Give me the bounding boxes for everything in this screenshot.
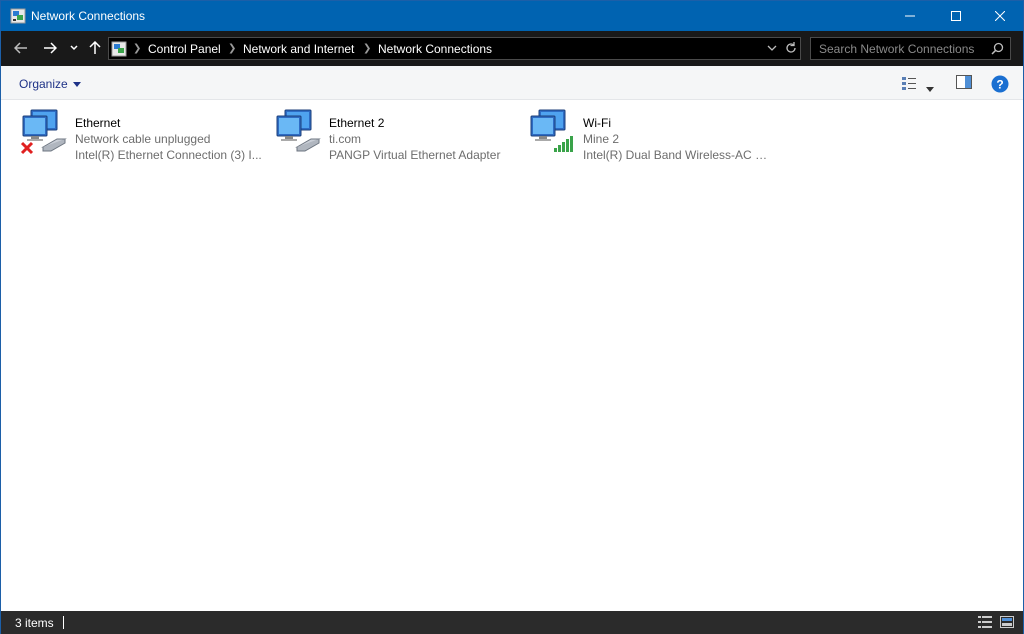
breadcrumb-control-panel[interactable]: Control Panel: [148, 42, 221, 56]
search-icon[interactable]: [991, 42, 1004, 58]
details-view-icon: [978, 616, 992, 628]
preview-pane-button[interactable]: [956, 75, 972, 92]
connection-device: PANGP Virtual Ethernet Adapter: [329, 148, 501, 162]
chevron-down-icon: [70, 45, 78, 51]
network-adapter-icon: [276, 109, 321, 152]
address-dropdown-button[interactable]: [767, 42, 777, 57]
forward-arrow-icon: [44, 42, 57, 54]
connection-item-wifi[interactable]: Wi-Fi Mine 2 Intel(R) Dual Band Wireless…: [511, 107, 771, 163]
maximize-icon: [951, 11, 961, 21]
breadcrumb-separator-icon: ❯: [228, 43, 237, 54]
svg-text:?: ?: [996, 78, 1003, 92]
large-icons-view-icon: [1000, 616, 1014, 628]
command-bar: Organize ?: [1, 66, 1023, 100]
more-options-dropdown[interactable]: [926, 81, 934, 95]
connection-name: Ethernet 2: [329, 116, 385, 130]
address-bar[interactable]: ❯ Control Panel ❯ Network and Internet ❯…: [108, 37, 801, 60]
organize-label: Organize: [19, 77, 68, 91]
connection-status: ti.com: [329, 132, 362, 146]
view-options-icon: [902, 77, 916, 90]
explorer-window: Network Connections ❯ Control Panel ❯ Ne…: [0, 0, 1024, 634]
window-title: Network Connections: [31, 9, 146, 23]
caret-down-icon: [72, 81, 81, 87]
breadcrumb-separator-icon: ❯: [363, 43, 372, 54]
back-arrow-icon: [14, 42, 27, 54]
status-divider: [63, 616, 64, 629]
title-bar: Network Connections: [1, 1, 1023, 31]
connection-item-ethernet-2[interactable]: Ethernet 2 ti.com PANGP Virtual Ethernet…: [257, 107, 507, 163]
chevron-down-icon: [767, 45, 777, 51]
breadcrumb-separator-icon: ❯: [133, 43, 142, 54]
forward-button[interactable]: [40, 37, 60, 59]
refresh-button[interactable]: [785, 41, 797, 58]
minimize-button[interactable]: [887, 1, 933, 31]
close-button[interactable]: [977, 1, 1023, 31]
item-count: 3 items: [15, 616, 54, 630]
navigation-bar: ❯ Control Panel ❯ Network and Internet ❯…: [1, 31, 1023, 66]
connection-status: Network cable unplugged: [75, 132, 211, 146]
help-button[interactable]: ?: [991, 75, 1009, 96]
connection-item-ethernet[interactable]: Ethernet Network cable unplugged Intel(R…: [3, 107, 262, 163]
connection-device: Intel(R) Ethernet Connection (3) I...: [75, 148, 262, 162]
back-button[interactable]: [11, 37, 31, 59]
disconnected-x-icon: [20, 141, 34, 155]
caret-down-icon: [926, 87, 934, 92]
breadcrumb-network-and-internet[interactable]: Network and Internet: [243, 42, 354, 56]
refresh-icon: [786, 42, 796, 53]
preview-pane-icon: [956, 75, 972, 89]
recent-locations-button[interactable]: [67, 37, 81, 59]
search-box[interactable]: [810, 37, 1011, 60]
control-panel-icon: [111, 41, 127, 57]
connection-name: Wi-Fi: [583, 116, 611, 130]
breadcrumb-network-connections[interactable]: Network Connections: [378, 42, 492, 56]
search-input[interactable]: [811, 38, 987, 59]
help-icon: ?: [991, 75, 1009, 93]
change-view-button[interactable]: [901, 75, 917, 94]
organize-button[interactable]: Organize: [13, 74, 87, 94]
close-icon: [995, 11, 1005, 21]
large-icons-view-button[interactable]: [998, 614, 1016, 630]
connection-device: Intel(R) Dual Band Wireless-AC 72...: [583, 148, 771, 162]
network-connections-app-icon: [10, 8, 26, 24]
up-arrow-icon: [89, 41, 101, 54]
maximize-button[interactable]: [933, 1, 979, 31]
wifi-signal-bars-icon: [554, 136, 573, 152]
minimize-icon: [905, 15, 915, 17]
up-button[interactable]: [85, 37, 105, 59]
connection-status: Mine 2: [583, 132, 620, 146]
connection-name: Ethernet: [75, 116, 121, 130]
status-bar: 3 items: [1, 611, 1023, 634]
details-view-button[interactable]: [976, 614, 994, 630]
file-list: Ethernet Network cable unplugged Intel(R…: [1, 101, 1023, 611]
